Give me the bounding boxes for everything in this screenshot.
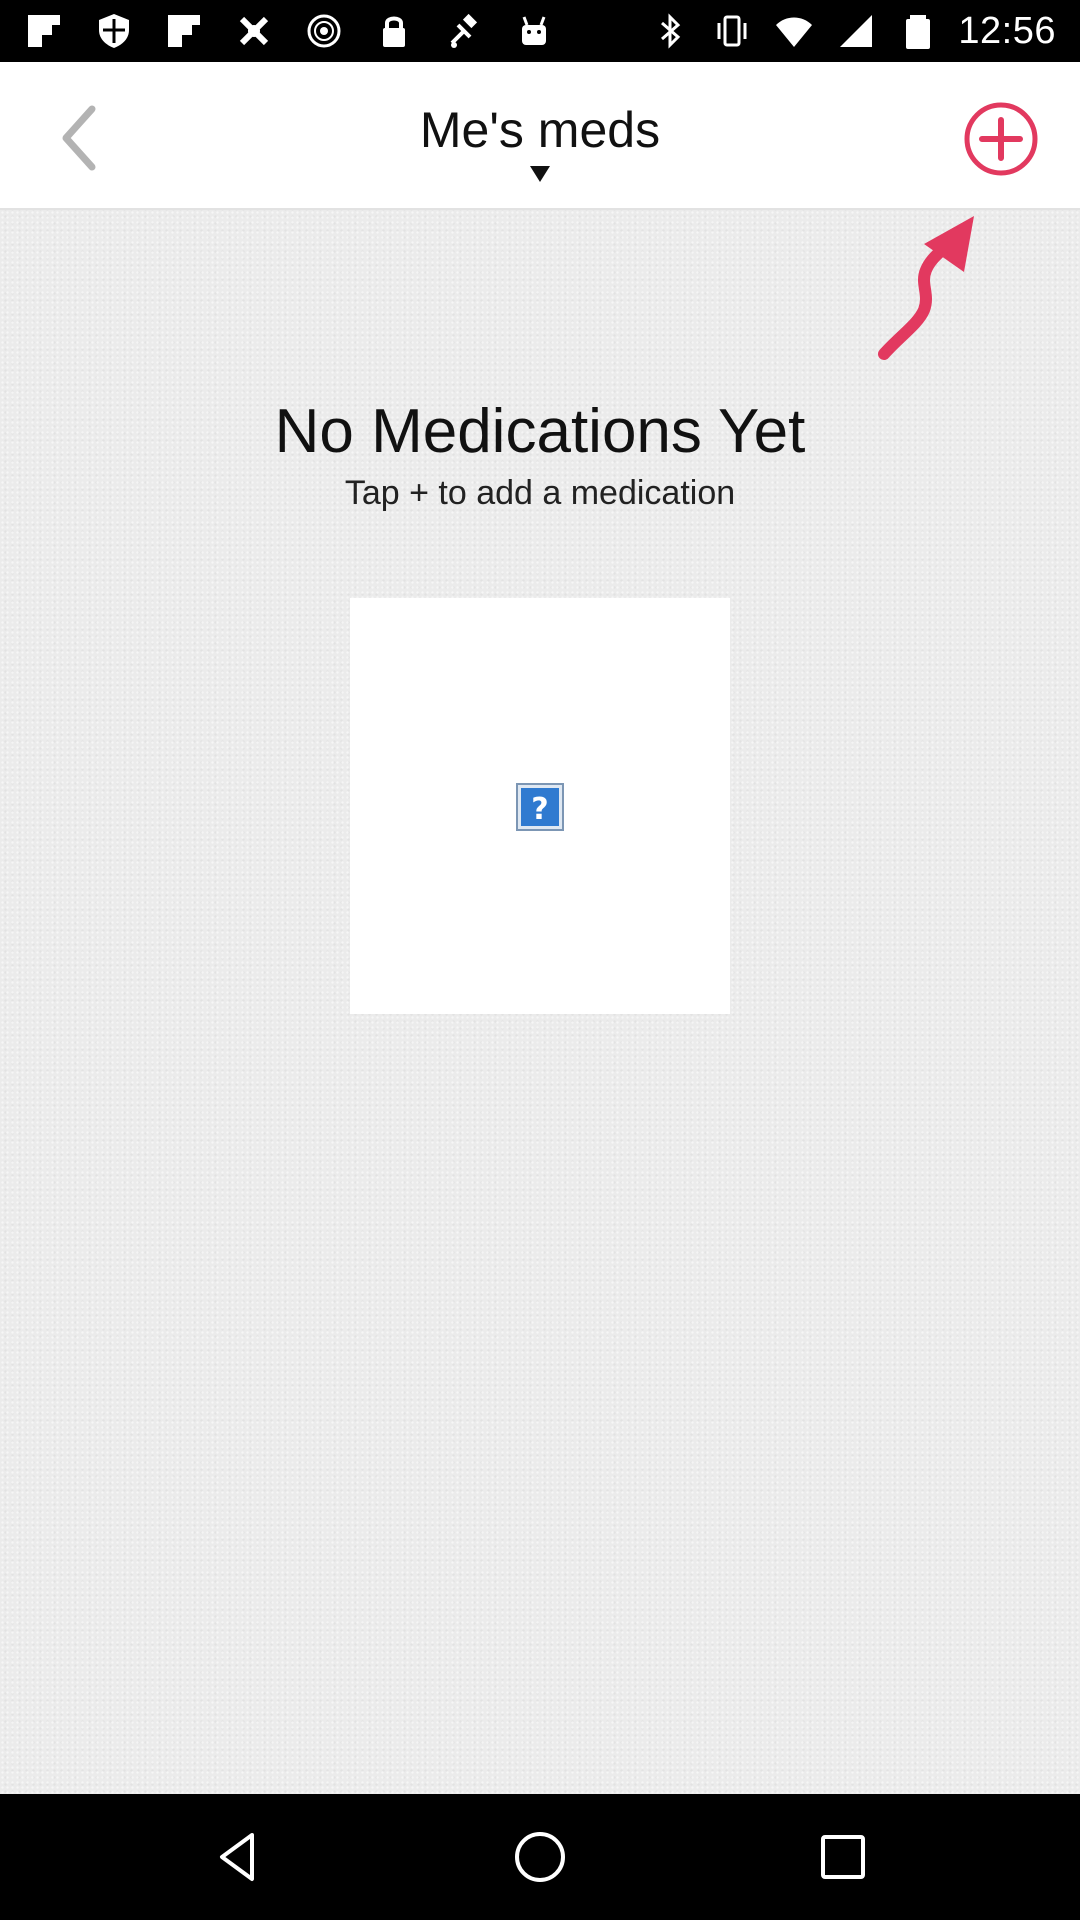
home-circle-icon — [515, 1832, 565, 1882]
plus-circle-icon — [964, 102, 1038, 176]
caret-down-icon — [530, 166, 550, 182]
notification-icons — [22, 10, 556, 52]
empty-subtitle: Tap + to add a medication — [344, 474, 736, 512]
battery-icon — [896, 9, 940, 53]
tools-icon — [232, 9, 276, 53]
fake-gps-icon — [442, 9, 486, 53]
empty-state: No Medications Yet Tap + to add a medica… — [0, 210, 1080, 1794]
profile-selector[interactable]: Me's meds — [340, 102, 740, 202]
nav-home-button[interactable] — [505, 1822, 575, 1892]
bluetooth-icon — [648, 9, 692, 53]
vibrate-icon — [710, 9, 754, 53]
empty-title: No Medications Yet — [274, 397, 806, 466]
illustration-placeholder: ? — [350, 598, 730, 1014]
add-medication-button[interactable] — [962, 100, 1040, 178]
svg-text:?: ? — [531, 792, 548, 827]
system-icons: 12:56 — [648, 8, 1056, 54]
page-title: Me's meds — [419, 102, 661, 158]
wifi-icon — [772, 9, 816, 53]
shield-icon — [92, 9, 136, 53]
status-bar: 12:56 — [0, 0, 1080, 62]
back-button[interactable] — [38, 98, 118, 178]
curved-arrow-icon — [878, 216, 974, 360]
flipboard-icon — [22, 9, 66, 53]
app-header: Me's meds — [0, 62, 1080, 210]
back-triangle-icon — [220, 1833, 254, 1881]
nav-back-button[interactable] — [203, 1822, 273, 1892]
nav-recents-button[interactable] — [808, 1822, 878, 1892]
lock-icon — [372, 9, 416, 53]
recents-square-icon — [821, 1835, 865, 1879]
disc-icon — [302, 9, 346, 53]
flipboard-icon — [162, 9, 206, 53]
android-icon — [512, 9, 556, 53]
missing-image-icon: ? — [516, 783, 564, 831]
clock: 12:56 — [958, 9, 1056, 52]
navigation-bar — [0, 1794, 1080, 1920]
chevron-left-icon — [62, 105, 96, 171]
signal-icon — [834, 9, 878, 53]
